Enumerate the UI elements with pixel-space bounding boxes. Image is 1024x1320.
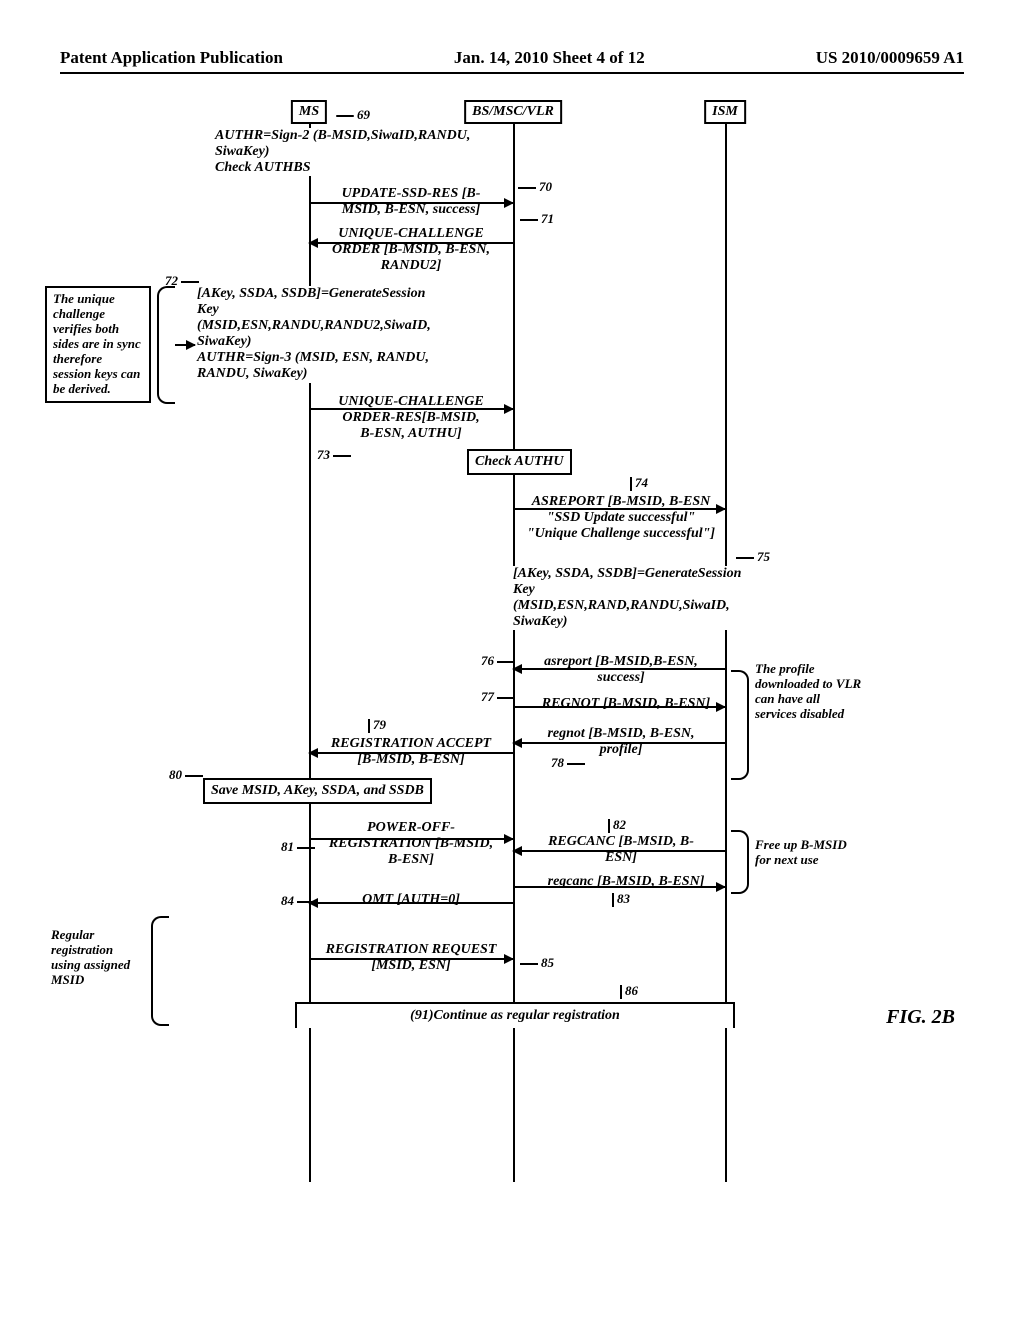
ref-82: 82 bbox=[605, 818, 626, 833]
ref-77: 77 bbox=[481, 690, 518, 705]
header-left: Patent Application Publication bbox=[60, 48, 283, 68]
msg-70: UPDATE-SSD-RES [B- MSID, B-ESN, success] bbox=[311, 186, 511, 218]
msg-82: REGCANC [B-MSID, B- ESN] bbox=[521, 834, 721, 866]
ref-84: 84 bbox=[281, 894, 318, 909]
actor-ism: ISM bbox=[704, 100, 746, 124]
check-authu: Check AUTHU bbox=[467, 449, 572, 475]
ref-78: 78 bbox=[551, 756, 588, 771]
continue-box: (91)Continue as regular registration bbox=[295, 1002, 735, 1028]
note-reg: Regular registration using assigned MSID bbox=[45, 924, 151, 992]
ref-81: 81 bbox=[281, 840, 318, 855]
ref-73: 73 bbox=[317, 448, 354, 463]
note-free: Free up B-MSID for next use bbox=[755, 836, 865, 870]
sequence-diagram: MS BS/MSC/VLR ISM AUTHR=Sign-2 (B-MSID,S… bbox=[155, 106, 935, 1226]
msg-78: regnot [B-MSID, B-ESN, profile] bbox=[521, 726, 721, 758]
ref-74: 74 bbox=[627, 476, 648, 491]
ref-72: 72 bbox=[165, 274, 202, 289]
msg-71: UNIQUE-CHALLENGE ORDER [B-MSID, B-ESN, R… bbox=[311, 226, 511, 274]
figure-label: FIG. 2B bbox=[886, 1006, 955, 1029]
brace-profile bbox=[731, 670, 749, 780]
step-72-proc: [AKey, SSDA, SSDB]=GenerateSession Key (… bbox=[197, 286, 497, 383]
header-center: Jan. 14, 2010 Sheet 4 of 12 bbox=[454, 48, 645, 68]
ref-83: 83 bbox=[609, 892, 630, 907]
actor-bs: BS/MSC/VLR bbox=[464, 100, 562, 124]
msg-81: POWER-OFF- REGISTRATION [B-MSID, B-ESN] bbox=[311, 820, 511, 868]
ref-80: 80 bbox=[169, 768, 206, 783]
msg-77: REGNOT [B-MSID, B-ESN] bbox=[521, 696, 731, 712]
msg-83: regcanc [B-MSID, B-ESN] bbox=[521, 874, 731, 890]
step-69-proc: AUTHR=Sign-2 (B-MSID,SiwaID,RANDU, SiwaK… bbox=[215, 128, 495, 176]
msg-84: OMT [AUTH=0] bbox=[311, 892, 511, 908]
ref-85: 85 bbox=[517, 956, 554, 971]
ref-70: 70 bbox=[515, 180, 552, 195]
brace-sync bbox=[157, 286, 175, 404]
msg-76: asreport [B-MSID,B-ESN, success] bbox=[521, 654, 721, 686]
step-80-proc: Save MSID, AKey, SSDA, and SSDB bbox=[203, 778, 432, 804]
note-profile: The profile downloaded to VLR can have a… bbox=[755, 660, 865, 724]
ref-76: 76 bbox=[481, 654, 518, 669]
ref-86: 86 bbox=[617, 984, 638, 999]
header-right: US 2010/0009659 A1 bbox=[816, 48, 964, 68]
msg-85: REGISTRATION REQUEST [MSID, ESN] bbox=[311, 942, 511, 974]
ref-69: 69 bbox=[333, 108, 370, 123]
msg-74: ASREPORT [B-MSID, B-ESN "SSD Update succ… bbox=[521, 494, 721, 542]
actor-ms: MS bbox=[291, 100, 327, 124]
brace-free bbox=[731, 830, 749, 894]
brace-sync-arrow bbox=[175, 344, 195, 346]
msg-73: UNIQUE-CHALLENGE ORDER-RES[B-MSID, B-ESN… bbox=[311, 394, 511, 442]
brace-reg bbox=[151, 916, 169, 1026]
msg-79: REGISTRATION ACCEPT [B-MSID, B-ESN] bbox=[311, 736, 511, 768]
ref-71: 71 bbox=[517, 212, 554, 227]
ref-75: 75 bbox=[733, 550, 770, 565]
note-sync: The unique challenge verifies both sides… bbox=[45, 286, 151, 403]
ref-79: 79 bbox=[365, 718, 386, 733]
step-75-proc: [AKey, SSDA, SSDB]=GenerateSession Key (… bbox=[513, 566, 773, 630]
